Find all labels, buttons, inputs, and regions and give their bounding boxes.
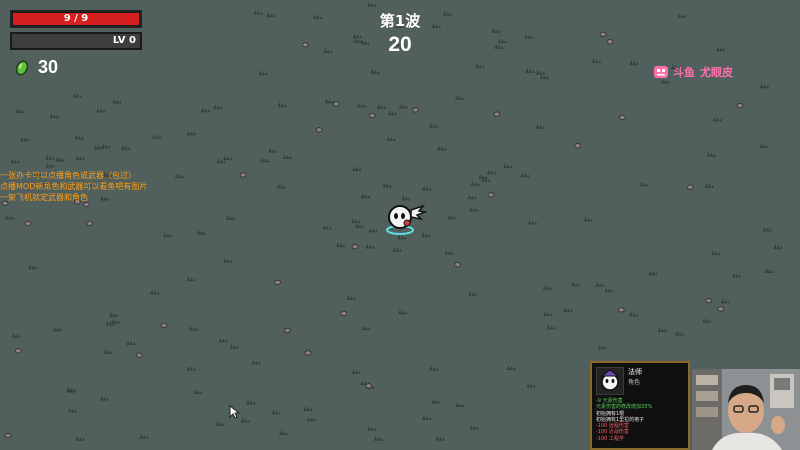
pebble xyxy=(24,221,32,227)
notice-line: 一架飞机就定武器和角色 xyxy=(0,193,88,202)
pebble xyxy=(332,101,340,107)
pebble xyxy=(487,192,495,198)
pebble xyxy=(454,262,461,268)
card-character-type: 角色 xyxy=(628,379,641,386)
card-stat-line: 元素伤害的修改增加33% xyxy=(596,404,653,411)
pebble xyxy=(239,172,247,178)
card-character-name: 法师 xyxy=(628,368,642,376)
wave-timer: 20 xyxy=(388,33,412,56)
watermark-platform: 斗鱼 xyxy=(673,66,695,79)
pebble xyxy=(705,298,713,304)
mouse-cursor-icon xyxy=(229,405,241,419)
pebble xyxy=(617,307,625,313)
pebble xyxy=(4,432,12,439)
douyu-watermark: 斗鱼 尤眼皮 xyxy=(654,64,733,80)
card-stats-list: -9 元素伤害 元素伤害的修改增加33% 初始拥有1根 初始拥有1里拉的孢子 -… xyxy=(596,398,652,442)
pebble xyxy=(351,244,359,250)
pebble xyxy=(135,352,143,358)
pebble xyxy=(304,350,312,356)
card-stat-line: -100 工程学 xyxy=(596,435,624,442)
wave-title: 第1波 xyxy=(379,12,421,30)
notice-line: 一张办卡可以点播角色或武器（包过） xyxy=(0,171,136,180)
pebble xyxy=(368,112,376,119)
pebble xyxy=(412,107,419,113)
pebble xyxy=(574,143,582,149)
watermark-name: 尤眼皮 xyxy=(700,66,733,79)
character-card: 法师 角色 -9 元素伤害 元素伤害的修改增加33% 初始拥有1根 初始拥有1里… xyxy=(590,361,690,450)
materials-counter: 30 xyxy=(14,57,58,78)
pebble xyxy=(340,310,348,316)
pebble xyxy=(274,279,281,286)
pebble xyxy=(86,220,94,227)
pebble xyxy=(618,114,626,121)
streamer-webcam xyxy=(692,369,800,450)
stream-notice: 一张办卡可以点播角色或武器（包过） 点播MOD新角色和武器可以看鱼吧有图片 一架… xyxy=(0,170,147,203)
pebble xyxy=(717,306,725,312)
mage-portrait-icon xyxy=(596,367,624,395)
pebble xyxy=(365,383,373,389)
pebble xyxy=(315,127,323,133)
pebble xyxy=(160,322,168,328)
notice-line: 点播MOD新角色和武器可以看鱼吧有图片 xyxy=(0,182,148,191)
pebble xyxy=(283,327,291,334)
pebble xyxy=(736,103,744,109)
pebble xyxy=(14,348,22,354)
materials-count: 30 xyxy=(38,57,59,77)
material-icon xyxy=(15,60,29,75)
pebble xyxy=(493,111,501,117)
player-character xyxy=(386,204,427,235)
pebble xyxy=(686,184,694,190)
douyu-logo-icon xyxy=(654,66,668,78)
